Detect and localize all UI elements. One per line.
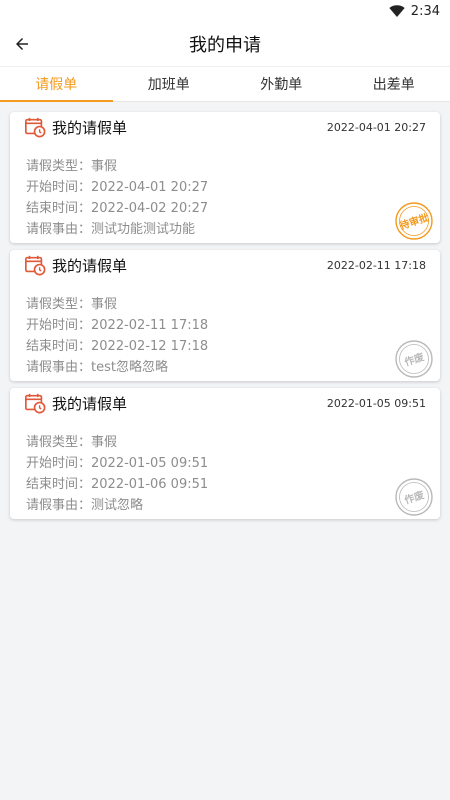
card-fields: 请假类型：事假 开始时间：2022-04-01 20:27 结束时间：2022-… (10, 140, 440, 240)
card-header: 我的请假单 2022-02-11 17:18 (10, 252, 440, 278)
card-header: 我的请假单 2022-01-05 09:51 (10, 390, 440, 416)
tab-business-trip[interactable]: 出差单 (338, 67, 450, 101)
card-fields: 请假类型：事假 开始时间：2022-02-11 17:18 结束时间：2022-… (10, 278, 440, 378)
end-time: 结束时间：2022-02-12 17:18 (26, 339, 209, 354)
end-time: 结束时间：2022-04-02 20:27 (26, 201, 209, 216)
calendar-clock-icon (25, 255, 46, 276)
application-list: 我的请假单 2022-04-01 20:27 请假类型：事假 开始时间：2022… (0, 102, 450, 519)
status-stamp-pending: 待审批 (395, 202, 433, 240)
calendar-clock-icon (25, 117, 46, 138)
list-item[interactable]: 我的请假单 2022-02-11 17:18 请假类型：事假 开始时间：2022… (10, 250, 440, 381)
stamp-label: 待审批 (398, 211, 431, 233)
tab-leave[interactable]: 请假单 (0, 67, 113, 102)
card-header-left: 我的请假单 (24, 392, 127, 414)
back-button[interactable] (10, 22, 34, 66)
card-header: 我的请假单 2022-04-01 20:27 (10, 114, 440, 140)
page-title: 我的申请 (189, 35, 261, 56)
start-time: 开始时间：2022-01-05 09:51 (26, 456, 209, 471)
wifi-icon (389, 5, 405, 17)
status-time: 2:34 (410, 3, 440, 19)
leave-reason: 请假事由：test忽略忽略 (26, 360, 168, 375)
leave-reason: 请假事由：测试功能测试功能 (26, 222, 196, 237)
card-title: 我的请假单 (52, 118, 128, 137)
tab-field-work[interactable]: 外勤单 (225, 67, 338, 101)
stamp-label: 作废 (403, 350, 426, 369)
leave-type: 请假类型：事假 (26, 297, 118, 312)
card-header-left: 我的请假单 (24, 116, 127, 138)
card-created-time: 2022-02-11 17:18 (326, 258, 426, 272)
tab-label: 请假单 (35, 77, 78, 93)
tab-label: 外勤单 (260, 77, 303, 93)
leave-reason: 请假事由：测试忽略 (26, 498, 144, 513)
card-created-time: 2022-04-01 20:27 (326, 120, 426, 134)
card-fields: 请假类型：事假 开始时间：2022-01-05 09:51 结束时间：2022-… (10, 416, 440, 516)
tab-label: 加班单 (147, 77, 190, 93)
start-time: 开始时间：2022-04-01 20:27 (26, 180, 209, 195)
list-item[interactable]: 我的请假单 2022-04-01 20:27 请假类型：事假 开始时间：2022… (10, 112, 440, 243)
list-item[interactable]: 我的请假单 2022-01-05 09:51 请假类型：事假 开始时间：2022… (10, 388, 440, 519)
card-created-time: 2022-01-05 09:51 (326, 396, 426, 410)
calendar-clock-icon (25, 393, 46, 414)
tab-overtime[interactable]: 加班单 (113, 67, 226, 101)
arrow-left-icon (16, 38, 28, 50)
leave-type: 请假类型：事假 (26, 435, 118, 450)
tab-bar: 请假单 加班单 外勤单 出差单 (0, 66, 450, 102)
end-time: 结束时间：2022-01-06 09:51 (26, 477, 209, 492)
card-header-left: 我的请假单 (24, 254, 127, 276)
card-title: 我的请假单 (52, 256, 128, 275)
status-bar: 2:34 (0, 0, 450, 22)
leave-type: 请假类型：事假 (26, 159, 118, 174)
tab-label: 出差单 (372, 77, 415, 93)
status-stamp-void: 作废 (395, 340, 433, 378)
stamp-label: 作废 (403, 488, 426, 507)
app-bar: 我的申请 (0, 22, 450, 66)
card-title: 我的请假单 (52, 394, 128, 413)
status-stamp-void: 作废 (395, 478, 433, 516)
start-time: 开始时间：2022-02-11 17:18 (26, 318, 209, 333)
